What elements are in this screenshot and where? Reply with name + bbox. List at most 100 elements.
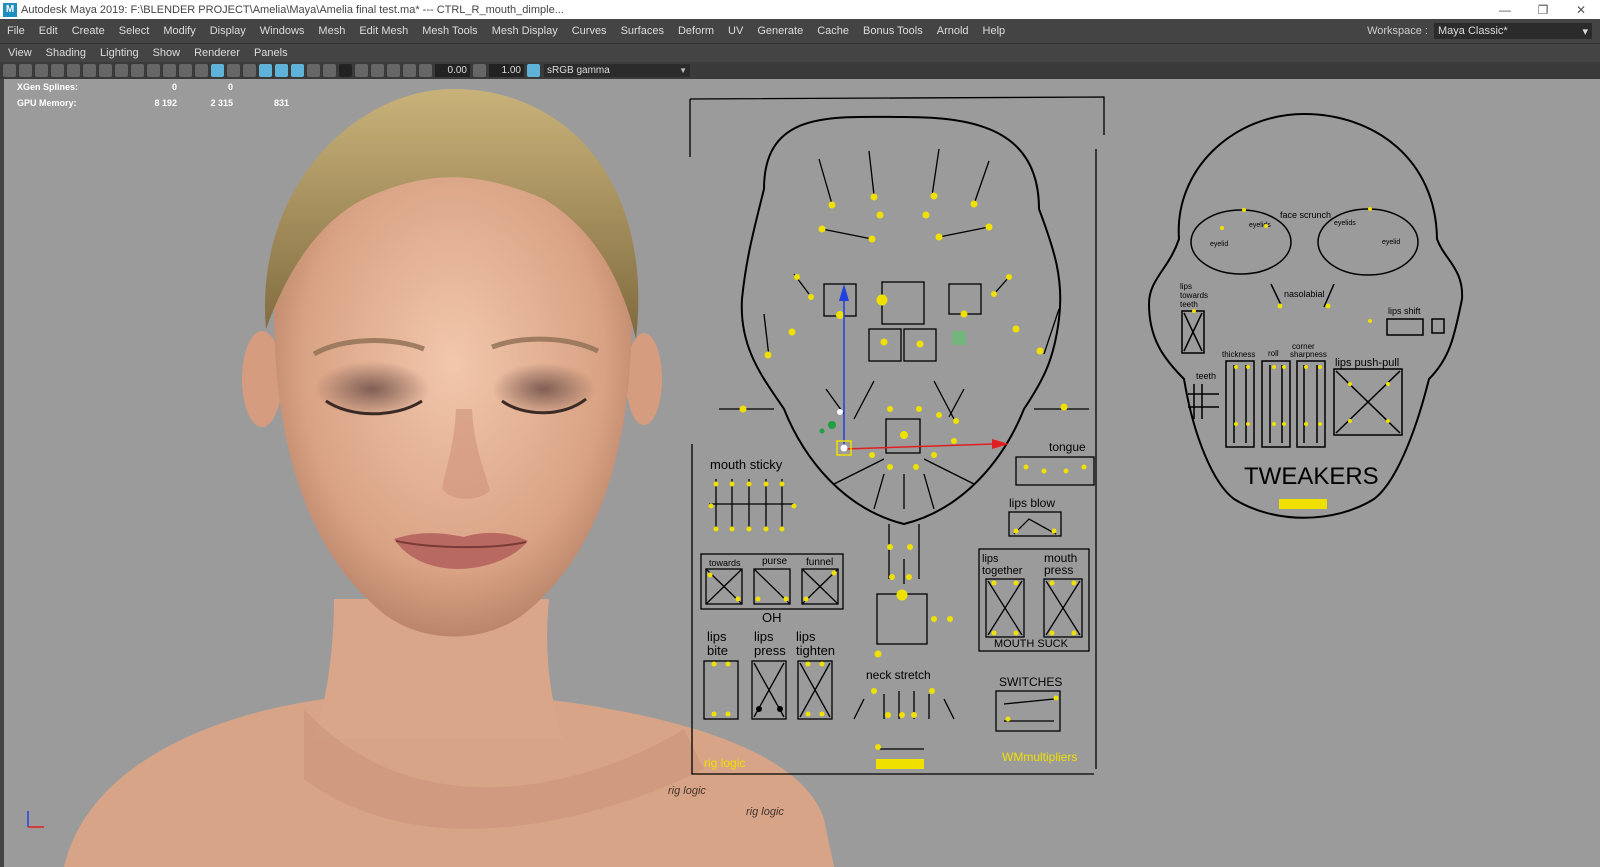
- textured-icon[interactable]: [259, 64, 272, 77]
- image-plane-icon[interactable]: [51, 64, 64, 77]
- maya-app-icon: M: [3, 2, 17, 17]
- panel-toolbar: 0.00 1.00 sRGB gamma ▼: [0, 62, 1600, 79]
- face-inner-lines: [719, 148, 1089, 418]
- resolution-gate-icon[interactable]: [115, 64, 128, 77]
- right-eye-shadow: [492, 363, 596, 415]
- workspace-dropdown[interactable]: Maya Classic* ▾: [1434, 23, 1592, 39]
- safe-title-icon[interactable]: [179, 64, 192, 77]
- label-neck-stretch: neck stretch: [866, 668, 931, 682]
- default-material-icon[interactable]: [227, 64, 240, 77]
- menu-mesh[interactable]: Mesh: [311, 25, 352, 37]
- 3d-viewport[interactable]: rig logic rig logic tongue lips blow mou…: [4, 79, 1600, 867]
- gamma-field[interactable]: 1.00: [489, 64, 524, 77]
- hud-xgen-v2: 0: [227, 82, 233, 92]
- workspace-selector: Workspace : Maya Classic* ▾: [1367, 23, 1592, 39]
- film-gate-icon[interactable]: [99, 64, 112, 77]
- menu-edit-mesh[interactable]: Edit Mesh: [352, 25, 415, 37]
- label-lips-towards-2: towards: [1180, 291, 1208, 300]
- gate-mask-icon[interactable]: [131, 64, 144, 77]
- camera-select-icon[interactable]: [3, 64, 16, 77]
- panel-menu-panels[interactable]: Panels: [246, 47, 294, 59]
- bookmark-icon[interactable]: [35, 64, 48, 77]
- label-lips-towards-3: teeth: [1180, 300, 1198, 309]
- label-mouth-sticky: mouth sticky: [710, 457, 783, 472]
- menu-generate[interactable]: Generate: [750, 25, 810, 37]
- title-bar: M Autodesk Maya 2019: F:\BLENDER PROJECT…: [0, 0, 1600, 19]
- label-nasolabial: nasolabial: [1284, 289, 1325, 299]
- panel-menu-view[interactable]: View: [0, 47, 38, 59]
- face-rig-board: tongue lips blow mouth sticky towards pu…: [689, 96, 1105, 775]
- motion-blur-icon[interactable]: [323, 64, 336, 77]
- label-lips-shift: lips shift: [1388, 306, 1421, 316]
- restore-icon[interactable]: ❐: [1524, 0, 1562, 19]
- character-model[interactable]: rig logic rig logic: [64, 89, 834, 867]
- panel-menu-renderer[interactable]: Renderer: [186, 47, 246, 59]
- camera-attributes-icon[interactable]: [19, 64, 32, 77]
- label-tweakers: TWEAKERS: [1244, 463, 1379, 490]
- ambient-occlusion-icon[interactable]: [307, 64, 320, 77]
- exposure-icon[interactable]: [419, 64, 432, 77]
- hud-xgen-v1: 0: [171, 82, 177, 92]
- menu-windows[interactable]: Windows: [253, 25, 312, 37]
- gamma-icon[interactable]: [473, 64, 486, 77]
- wireframe-on-shaded-icon[interactable]: [243, 64, 256, 77]
- color-management-icon[interactable]: [527, 64, 540, 77]
- label-roll: roll: [1268, 349, 1279, 358]
- menu-edit[interactable]: Edit: [32, 25, 65, 37]
- xray-active-icon[interactable]: [387, 64, 400, 77]
- field-chart-icon[interactable]: [147, 64, 160, 77]
- panel-menu-shading[interactable]: Shading: [38, 47, 92, 59]
- use-all-lights-icon[interactable]: [275, 64, 288, 77]
- close-icon[interactable]: ✕: [1562, 0, 1600, 19]
- label-purse: purse: [762, 556, 787, 567]
- scene-canvas: rig logic rig logic tongue lips blow mou…: [64, 89, 1464, 867]
- wireframe-icon[interactable]: [195, 64, 208, 77]
- menu-select[interactable]: Select: [112, 25, 157, 37]
- label-lips-bite-2: bite: [707, 643, 728, 658]
- menu-mesh-tools[interactable]: Mesh Tools: [415, 25, 484, 37]
- menu-file[interactable]: File: [0, 25, 32, 37]
- isolate-select-icon[interactable]: [355, 64, 368, 77]
- window-title: Autodesk Maya 2019: F:\BLENDER PROJECT\A…: [21, 3, 564, 16]
- smooth-shade-icon[interactable]: [211, 64, 224, 77]
- controller-handles[interactable]: [756, 331, 966, 712]
- xray-icon[interactable]: [371, 64, 384, 77]
- menu-display[interactable]: Display: [203, 25, 253, 37]
- label-tongue: tongue: [1049, 440, 1086, 454]
- hud-gpu-v1: 8 192: [154, 98, 177, 108]
- grease-pencil-icon[interactable]: [67, 64, 80, 77]
- shadows-icon[interactable]: [291, 64, 304, 77]
- label-teeth: teeth: [1196, 371, 1216, 381]
- label-lips-together-1: lips: [982, 553, 999, 565]
- grid-icon[interactable]: [83, 64, 96, 77]
- menu-modify[interactable]: Modify: [156, 25, 202, 37]
- label-lips-tighten-2: tighten: [796, 643, 835, 658]
- menu-mesh-display[interactable]: Mesh Display: [485, 25, 565, 37]
- menu-curves[interactable]: Curves: [565, 25, 614, 37]
- menu-surfaces[interactable]: Surfaces: [614, 25, 671, 37]
- menu-arnold[interactable]: Arnold: [930, 25, 976, 37]
- right-ear: [626, 333, 662, 425]
- view-transform-dropdown[interactable]: sRGB gamma ▼: [544, 64, 690, 77]
- menu-deform[interactable]: Deform: [671, 25, 721, 37]
- hud-row-xgen: XGen Splines: 0 0: [17, 79, 289, 95]
- panel-menu-lighting[interactable]: Lighting: [92, 47, 145, 59]
- exposure-field[interactable]: 0.00: [435, 64, 470, 77]
- hud-overlay: XGen Splines: 0 0 GPU Memory: 8 192 2 31…: [17, 79, 289, 111]
- menu-help[interactable]: Help: [976, 25, 1013, 37]
- menu-bonus-tools[interactable]: Bonus Tools: [856, 25, 930, 37]
- mesh-text-rig-logic-1: rig logic: [668, 785, 706, 797]
- label-lips-blow: lips blow: [1009, 496, 1055, 510]
- anti-aliasing-icon[interactable]: [339, 64, 352, 77]
- safe-action-icon[interactable]: [163, 64, 176, 77]
- panel-menu-show[interactable]: Show: [145, 47, 187, 59]
- label-lips-together-2: together: [982, 565, 1023, 577]
- xray-joints-icon[interactable]: [403, 64, 416, 77]
- tweakers-board: face scrunch eyelids eyelids eyelid eyel…: [1147, 112, 1464, 519]
- menu-uv[interactable]: UV: [721, 25, 750, 37]
- label-lips-bite-1: lips: [707, 629, 727, 644]
- menu-cache[interactable]: Cache: [810, 25, 856, 37]
- menu-create[interactable]: Create: [65, 25, 112, 37]
- label-lips-press-1: lips: [754, 629, 774, 644]
- minimize-icon[interactable]: —: [1486, 0, 1524, 19]
